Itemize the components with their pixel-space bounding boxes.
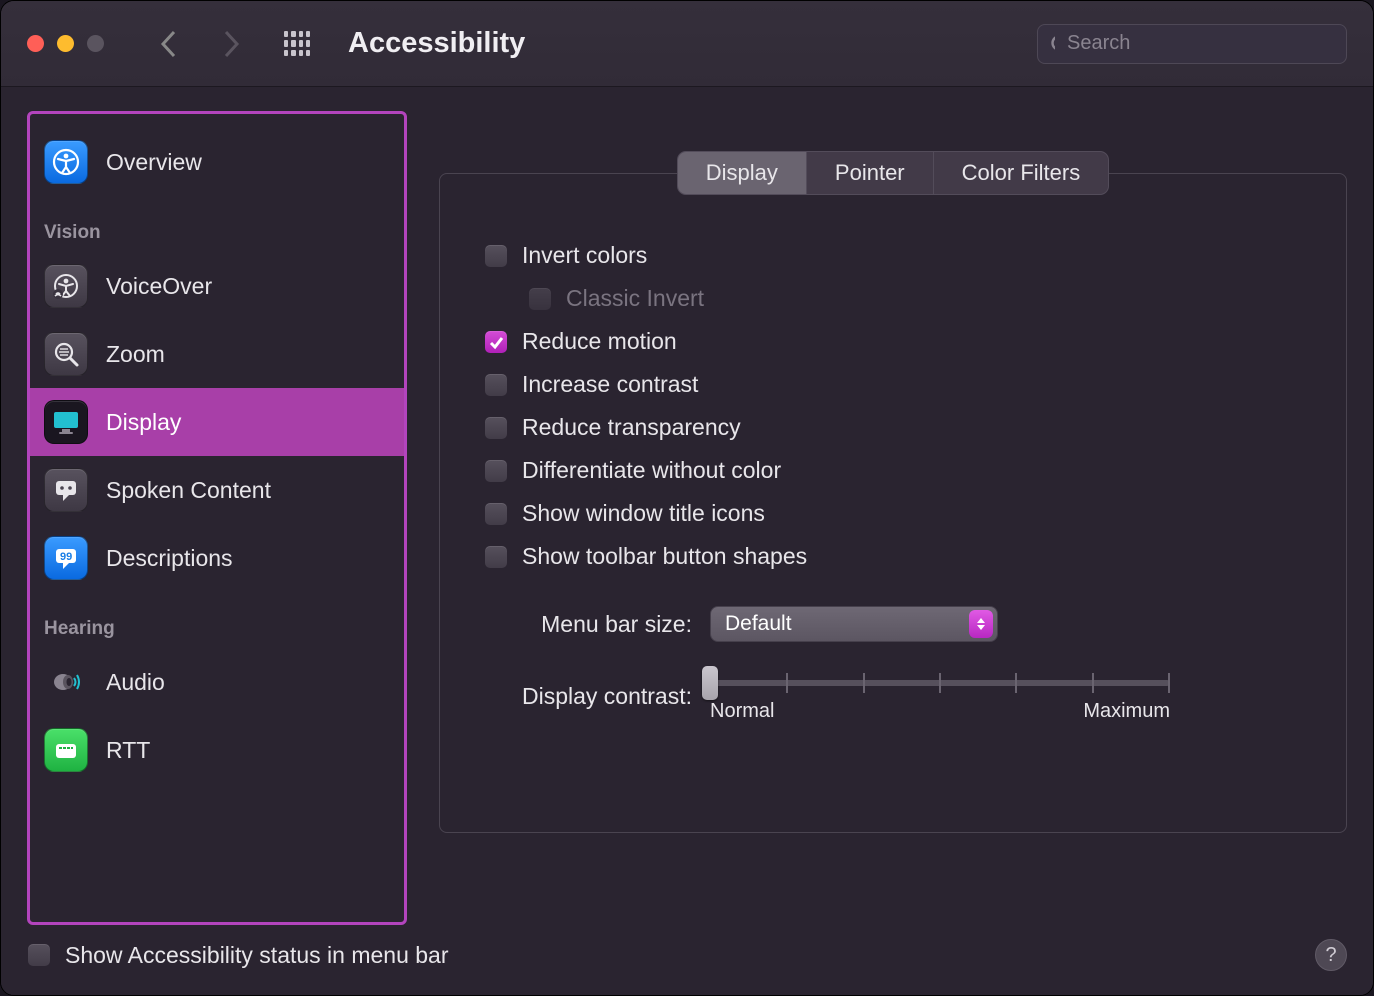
traffic-lights — [27, 35, 104, 52]
option-label: Differentiate without color — [522, 457, 781, 484]
checkbox-invert-colors[interactable] — [484, 244, 508, 268]
display-contrast-slider[interactable] — [710, 680, 1170, 686]
checkbox-show-accessibility-status[interactable] — [27, 943, 51, 967]
svg-text:99: 99 — [60, 551, 72, 563]
spoken-content-icon — [44, 468, 88, 512]
fullscreen-window-button — [87, 35, 104, 52]
slider-max-label: Maximum — [1083, 700, 1170, 723]
sidebar-item-zoom[interactable]: Zoom — [30, 320, 404, 388]
sidebar-item-voiceover[interactable]: VoiceOver — [30, 252, 404, 320]
show-all-prefs-button[interactable] — [284, 31, 310, 57]
display-contrast-label: Display contrast: — [484, 683, 692, 710]
accessibility-window: Accessibility Overview Vision VoiceOver — [0, 0, 1374, 996]
search-input[interactable] — [1065, 31, 1334, 56]
tab-pointer[interactable]: Pointer — [807, 152, 934, 194]
menu-bar-size-label: Menu bar size: — [484, 611, 692, 638]
display-icon — [44, 400, 88, 444]
option-show-window-title-icons: Show window title icons — [484, 492, 1302, 535]
sidebar: Overview Vision VoiceOver Zoom Displa — [27, 111, 407, 925]
slider-min-label: Normal — [710, 700, 774, 723]
option-reduce-motion: Reduce motion — [484, 320, 1302, 363]
window-title: Accessibility — [348, 27, 525, 60]
help-button[interactable]: ? — [1315, 939, 1347, 971]
sidebar-item-label: Overview — [106, 149, 202, 176]
option-label: Show toolbar button shapes — [522, 543, 807, 570]
display-contrast-slider-wrap: Normal Maximum — [710, 670, 1170, 723]
tab-color-filters[interactable]: Color Filters — [934, 152, 1109, 194]
display-panel: Invert colors Classic Invert Reduce moti… — [439, 173, 1347, 833]
audio-icon — [44, 660, 88, 704]
slider-labels: Normal Maximum — [710, 700, 1170, 723]
zoom-icon — [44, 332, 88, 376]
search-field[interactable] — [1037, 24, 1347, 64]
option-invert-colors: Invert colors — [484, 234, 1302, 277]
option-label: Increase contrast — [522, 371, 698, 398]
descriptions-icon: 99 — [44, 536, 88, 580]
option-label: Reduce transparency — [522, 414, 741, 441]
option-label: Reduce motion — [522, 328, 677, 355]
sidebar-item-spoken-content[interactable]: Spoken Content — [30, 456, 404, 524]
select-value: Default — [725, 612, 792, 636]
select-stepper-icon — [969, 610, 993, 638]
accessibility-icon — [44, 140, 88, 184]
footer-label: Show Accessibility status in menu bar — [65, 942, 449, 969]
sidebar-item-label: VoiceOver — [106, 273, 212, 300]
checkbox-show-window-title-icons[interactable] — [484, 502, 508, 526]
footer: Show Accessibility status in menu bar ? — [1, 925, 1373, 995]
body: Overview Vision VoiceOver Zoom Displa — [1, 87, 1373, 925]
section-header-vision: Vision — [30, 196, 404, 252]
checkbox-increase-contrast[interactable] — [484, 373, 508, 397]
option-classic-invert: Classic Invert — [528, 277, 1302, 320]
toolbar: Accessibility — [1, 1, 1373, 87]
sidebar-item-label: Descriptions — [106, 545, 233, 572]
display-contrast-row: Display contrast: Normal Maximum — [484, 670, 1302, 723]
menu-bar-size-select[interactable]: Default — [710, 606, 998, 642]
sidebar-item-descriptions[interactable]: 99 Descriptions — [30, 524, 404, 592]
checkbox-reduce-transparency[interactable] — [484, 416, 508, 440]
option-show-toolbar-button-shapes: Show toolbar button shapes — [484, 535, 1302, 578]
sidebar-item-audio[interactable]: Audio — [30, 648, 404, 716]
menu-bar-size-row: Menu bar size: Default — [484, 606, 1302, 642]
sidebar-item-label: RTT — [106, 737, 150, 764]
checkbox-show-toolbar-button-shapes[interactable] — [484, 545, 508, 569]
sidebar-item-label: Spoken Content — [106, 477, 271, 504]
sidebar-item-overview[interactable]: Overview — [30, 128, 404, 196]
slider-thumb[interactable] — [702, 666, 718, 700]
rtt-icon — [44, 728, 88, 772]
search-icon — [1050, 34, 1055, 54]
option-differentiate-without-color: Differentiate without color — [484, 449, 1302, 492]
checkbox-classic-invert — [528, 287, 552, 311]
voiceover-icon — [44, 264, 88, 308]
option-label: Classic Invert — [566, 285, 704, 312]
back-button[interactable] — [160, 30, 178, 58]
option-label: Show window title icons — [522, 500, 765, 527]
checkbox-differentiate-without-color[interactable] — [484, 459, 508, 483]
section-header-hearing: Hearing — [30, 592, 404, 648]
option-label: Invert colors — [522, 242, 647, 269]
option-reduce-transparency: Reduce transparency — [484, 406, 1302, 449]
segmented-control: Display Pointer Color Filters — [677, 151, 1109, 195]
nav-arrows — [160, 30, 240, 58]
sidebar-item-label: Audio — [106, 669, 165, 696]
sidebar-item-label: Zoom — [106, 341, 165, 368]
forward-button — [222, 30, 240, 58]
main-content: Display Pointer Color Filters Invert col… — [439, 111, 1347, 925]
checkbox-reduce-motion[interactable] — [484, 330, 508, 354]
sidebar-item-label: Display — [106, 409, 181, 436]
slider-ticks — [710, 673, 1170, 693]
sidebar-item-rtt[interactable]: RTT — [30, 716, 404, 784]
close-window-button[interactable] — [27, 35, 44, 52]
minimize-window-button[interactable] — [57, 35, 74, 52]
tab-display[interactable]: Display — [678, 152, 807, 194]
sidebar-item-display[interactable]: Display — [30, 388, 404, 456]
option-increase-contrast: Increase contrast — [484, 363, 1302, 406]
